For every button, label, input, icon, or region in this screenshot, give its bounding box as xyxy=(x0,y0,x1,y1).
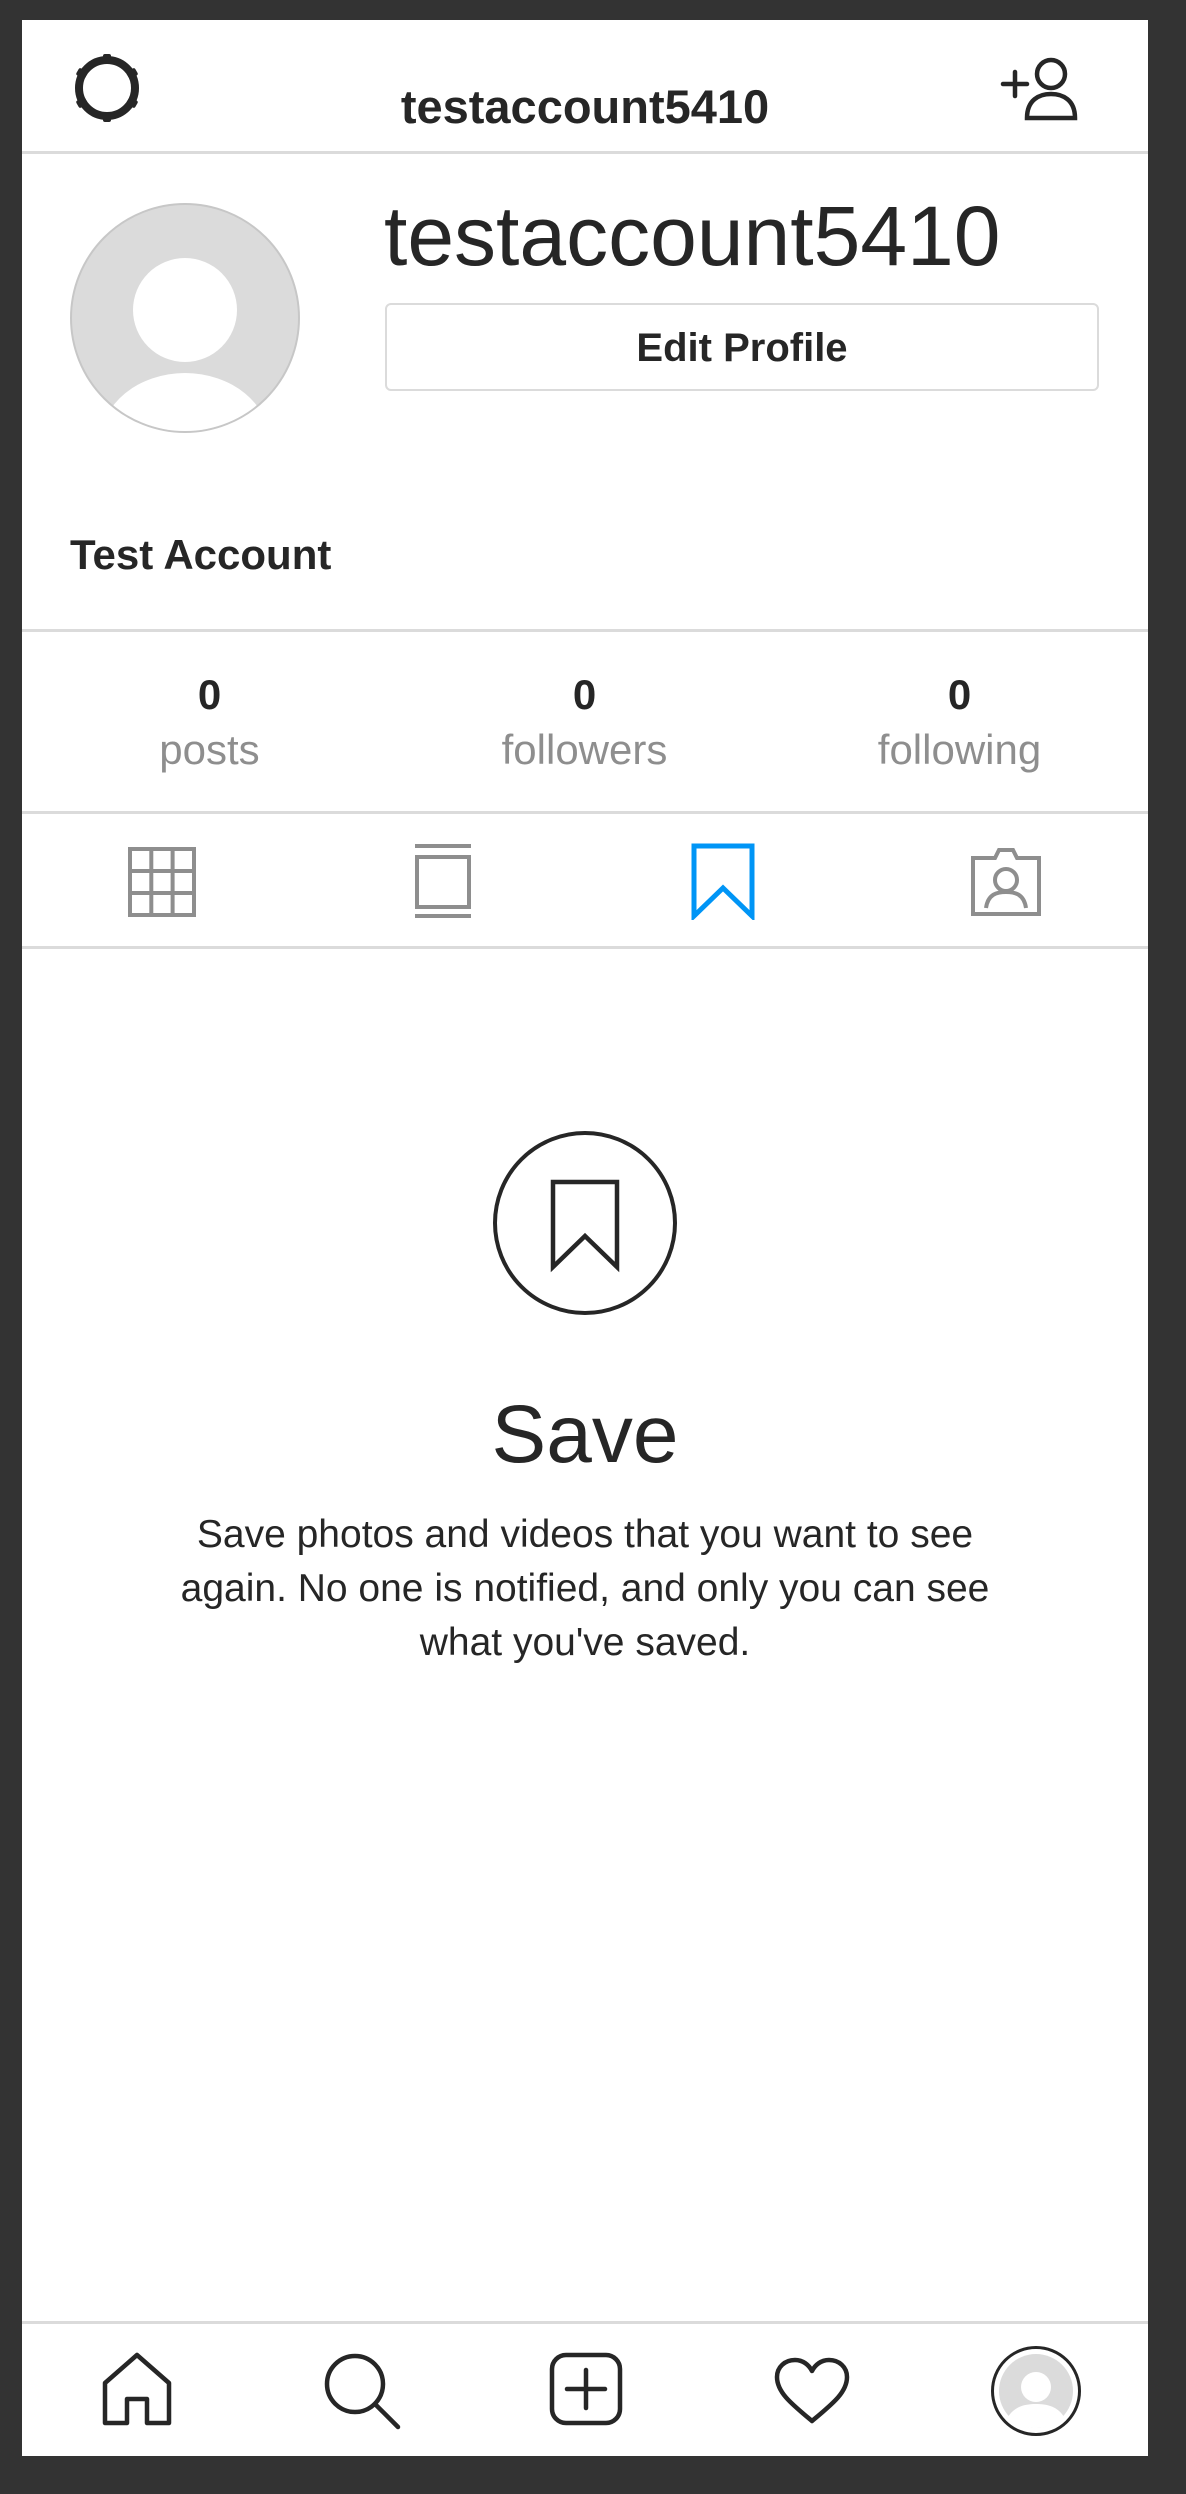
tabs-bottom-divider xyxy=(22,946,1148,949)
avatar-silhouette-icon xyxy=(101,258,269,431)
grid-icon[interactable] xyxy=(127,846,197,918)
profile-full-name: Test Account xyxy=(70,531,332,578)
add-person-icon[interactable] xyxy=(999,54,1083,124)
app-frame: testaccount5410 testaccount5410 Edit Pro… xyxy=(22,20,1148,2456)
search-icon[interactable] xyxy=(322,2351,402,2431)
edit-profile-button[interactable]: Edit Profile xyxy=(385,303,1099,391)
stat-followers-value: 0 xyxy=(572,671,597,718)
avatar-silhouette-icon xyxy=(999,2354,1073,2428)
profile-username: testaccount5410 xyxy=(384,189,1001,283)
stat-following[interactable]: 0 following xyxy=(772,670,1147,780)
feed-icon[interactable] xyxy=(413,843,473,919)
bookmark-icon[interactable] xyxy=(690,842,756,920)
stat-posts-label: posts xyxy=(159,726,260,773)
stat-followers[interactable]: 0 followers xyxy=(397,670,772,780)
stats-top-divider xyxy=(22,629,1148,632)
stat-posts[interactable]: 0 posts xyxy=(22,670,397,780)
header-title: testaccount5410 xyxy=(400,80,770,133)
profile-avatar[interactable] xyxy=(70,203,300,433)
stats-bottom-divider xyxy=(22,811,1148,814)
stat-following-label: following xyxy=(877,726,1042,773)
stat-followers-label: followers xyxy=(501,726,668,773)
heart-icon[interactable] xyxy=(773,2357,851,2425)
new-post-icon[interactable] xyxy=(549,2352,623,2426)
stat-following-value: 0 xyxy=(947,671,972,718)
header-divider xyxy=(22,151,1148,154)
profile-avatar[interactable] xyxy=(991,2346,1081,2436)
home-icon[interactable] xyxy=(100,2351,174,2427)
empty-state-text: Save photos and videos that you want to … xyxy=(180,1513,990,1664)
tagged-icon[interactable] xyxy=(969,844,1043,918)
stat-posts-value: 0 xyxy=(197,671,222,718)
bottom-nav-divider xyxy=(22,2321,1148,2324)
empty-state-title: Save xyxy=(491,1389,679,1480)
bookmark-circle-icon xyxy=(493,1131,677,1315)
